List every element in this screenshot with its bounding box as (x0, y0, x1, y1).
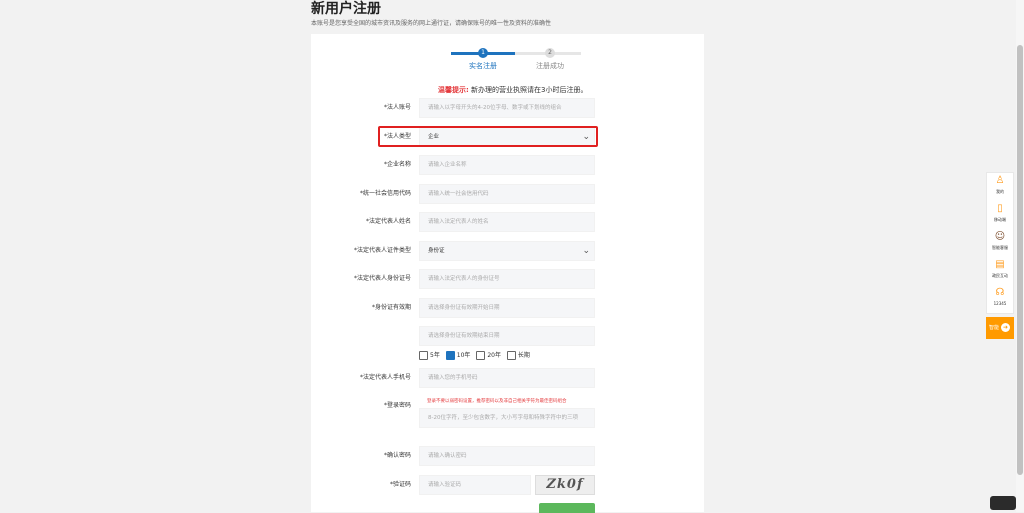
password-input[interactable]: 8-20位字符，至少包含数字，大小写字母和特殊字符中的三项 (419, 408, 595, 428)
id-type-value: 身份证 (428, 248, 445, 254)
id-number-label: *法定代表人身份证号 (353, 275, 411, 282)
sidebar-item-12345[interactable]: ☊ 12345 (987, 285, 1013, 313)
sidebar-item-label: 12345 (993, 301, 1007, 306)
sidebar-item-mine[interactable]: ♙ 我的 (987, 173, 1013, 201)
validity-label: *身份证有效期 (371, 304, 411, 311)
sidebar-item-assistant[interactable]: ☺ 智能客服 (987, 229, 1013, 257)
sidebar-item-label: 智能客服 (992, 245, 1008, 250)
notice-text: 新办理的营业执照请在3小时后注册。 (468, 86, 588, 94)
phone-input[interactable]: 请输入您的手机号码 (419, 368, 595, 388)
credit-code-row: *统一社会信用代码 请输入统一社会信用代码 (311, 184, 704, 204)
company-row: *企业名称 请输入企业名称 (311, 155, 704, 175)
smart-service-button[interactable]: 智能 ➜ (986, 317, 1014, 339)
option-5-years[interactable]: 5年 (419, 350, 440, 360)
checkbox-checked-icon (445, 351, 455, 360)
captcha-image[interactable]: Zk0f (535, 475, 595, 495)
step-2-label: 注册成功 (536, 62, 564, 70)
arrow-right-icon: ➜ (1001, 323, 1011, 332)
page-scrollbar[interactable] (1016, 0, 1024, 512)
validity-start-input[interactable]: 请选择身份证有效期开始日期 (419, 298, 595, 318)
scrollbar-thumb[interactable] (1017, 45, 1023, 475)
captcha-input[interactable]: 请输入验证码 (419, 475, 531, 495)
id-type-row: *法定代表人证件类型 身份证 ⌄ (311, 241, 704, 261)
notice: 温馨提示: 新办理的营业执照请在3小时后注册。 (438, 85, 588, 95)
phone-label: *法定代表人手机号 (359, 374, 411, 381)
checkbox-icon (506, 351, 516, 360)
confirm-input[interactable]: 请输入确认密码 (419, 446, 595, 466)
floating-sidebar: ♙ 我的 ▯ 移动端 ☺ 智能客服 ▤ 政民互动 ☊ 12345 (986, 172, 1014, 314)
assistant-icon: ☺ (994, 231, 1006, 242)
feedback-icon: ▤ (995, 259, 1005, 270)
page-subtitle: 本账号是您享受全国的城市资讯及服务的网上通行证，请确保账号的唯一性及资料的准确性 (311, 20, 552, 27)
id-number-row: *法定代表人身份证号 请输入法定代表人的身份证号 (311, 269, 704, 289)
registration-form: 1 2 实名注册 注册成功 温馨提示: 新办理的营业执照请在3小时后注册。 *法… (311, 34, 704, 513)
captcha-label: *验证码 (389, 481, 411, 488)
sidebar-item-feedback[interactable]: ▤ 政民互动 (987, 257, 1013, 285)
id-type-label: *法定代表人证件类型 (353, 247, 411, 254)
confirm-row: *确认密码 请输入确认密码 (311, 446, 704, 466)
company-label: *企业名称 (383, 161, 411, 168)
page-header: 新用户注册 本账号是您享受全国的城市资讯及服务的网上通行证，请确保账号的唯一性及… (311, 0, 551, 27)
confirm-label: *确认密码 (383, 452, 411, 459)
step-2-dot: 2 (545, 48, 555, 58)
rep-name-row: *法定代表人姓名 请输入法定代表人的姓名 (311, 212, 704, 232)
account-label: *法人账号 (383, 104, 411, 111)
option-label: 5年 (430, 352, 440, 359)
credit-code-input[interactable]: 请输入统一社会信用代码 (419, 184, 595, 204)
credit-code-label: *统一社会信用代码 (359, 190, 411, 197)
step-1-dot: 1 (478, 48, 488, 58)
page-title: 新用户注册 (311, 1, 381, 17)
phone-row: *法定代表人手机号 请输入您的手机号码 (311, 368, 704, 388)
validity-end-row: 请选择身份证有效期结束日期 (311, 326, 704, 346)
option-20-years[interactable]: 20年 (476, 350, 501, 360)
user-icon: ♙ (995, 175, 1005, 186)
rep-name-input[interactable]: 请输入法定代表人的姓名 (419, 212, 595, 232)
validity-options: 5年 10年 20年 长期 (419, 350, 534, 360)
smart-service-label: 智能 (989, 325, 1000, 331)
sidebar-item-label: 政民互动 (992, 273, 1008, 278)
captcha-row: *验证码 请输入验证码 (311, 475, 704, 495)
checkbox-icon (476, 351, 486, 360)
headset-icon: ☊ (995, 287, 1005, 298)
sidebar-item-label: 移动端 (994, 217, 1006, 222)
rep-name-label: *法定代表人姓名 (365, 218, 411, 225)
sidebar-item-label: 我的 (996, 189, 1004, 194)
mobile-icon: ▯ (997, 203, 1003, 214)
option-label: 10年 (456, 352, 471, 359)
system-tray-icon[interactable] (990, 496, 1016, 510)
id-type-select[interactable]: 身份证 ⌄ (419, 241, 595, 261)
validity-row: *身份证有效期 请选择身份证有效期开始日期 (311, 298, 704, 318)
password-warning: 登录不要以弱密码设置，推荐密码以及非自己相关字符为最佳密码组合 (427, 399, 567, 404)
chevron-down-icon: ⌄ (582, 246, 590, 256)
account-row: *法人账号 请输入以字母开头的4-20位字母、数字或下划线的组合 (311, 98, 704, 118)
validity-end-input[interactable]: 请选择身份证有效期结束日期 (419, 326, 595, 346)
notice-prefix: 温馨提示: (438, 86, 469, 94)
sidebar-item-mobile[interactable]: ▯ 移动端 (987, 201, 1013, 229)
option-long-term[interactable]: 长期 (506, 350, 530, 360)
checkbox-icon (419, 351, 428, 360)
progress-steps: 1 2 实名注册 注册成功 (451, 48, 581, 76)
type-select-highlight (378, 126, 598, 147)
option-10-years[interactable]: 10年 (445, 350, 471, 360)
id-number-input[interactable]: 请输入法定代表人的身份证号 (419, 269, 595, 289)
account-input[interactable]: 请输入以字母开头的4-20位字母、数字或下划线的组合 (419, 98, 595, 118)
option-label: 长期 (517, 352, 530, 359)
option-label: 20年 (487, 352, 501, 359)
company-input[interactable]: 请输入企业名称 (419, 155, 595, 175)
step-1-label: 实名注册 (469, 62, 497, 70)
password-input-row: 8-20位字符，至少包含数字，大小写字母和特殊字符中的三项 (311, 408, 704, 428)
